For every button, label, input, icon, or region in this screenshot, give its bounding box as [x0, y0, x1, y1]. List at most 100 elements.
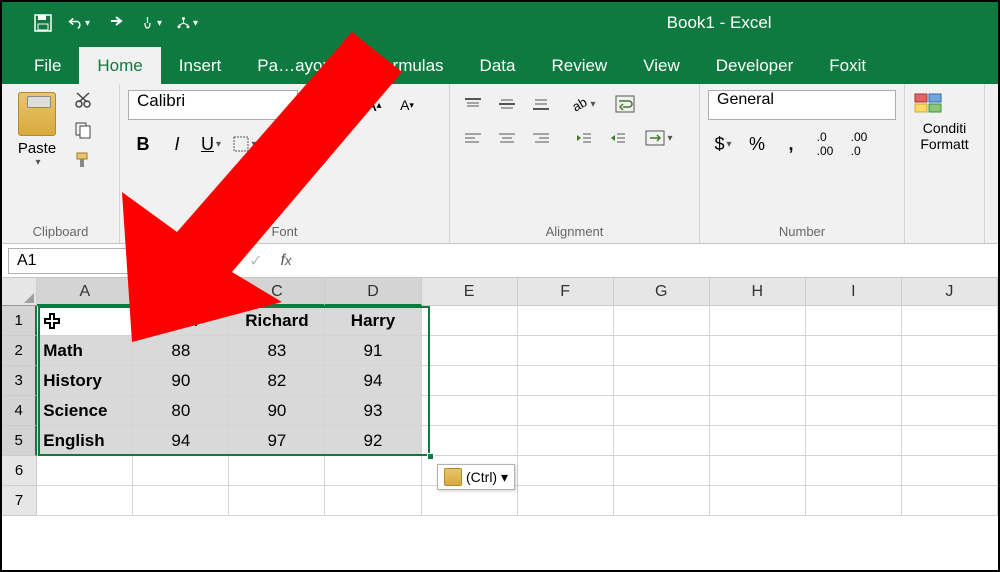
cell-i5[interactable] [806, 426, 902, 456]
decrease-font-icon[interactable]: A▾ [392, 91, 422, 119]
fx-icon[interactable]: fx [270, 248, 302, 274]
cell-b2[interactable]: 88 [133, 336, 229, 366]
cell-c2[interactable]: 83 [229, 336, 325, 366]
cell-f1[interactable] [518, 306, 614, 336]
cancel-formula-icon[interactable]: ✕ [214, 251, 242, 271]
cell-g7[interactable] [614, 486, 710, 516]
cell-e2[interactable] [422, 336, 518, 366]
tab-view[interactable]: View [625, 47, 698, 84]
italic-button[interactable]: I [162, 130, 192, 158]
col-header-a[interactable]: A [37, 278, 133, 306]
tab-foxit[interactable]: Foxit [811, 47, 884, 84]
merge-center-icon[interactable]: ▾ [644, 124, 674, 152]
cell-h5[interactable] [710, 426, 806, 456]
cell-i6[interactable] [806, 456, 902, 486]
tab-data[interactable]: Data [462, 47, 534, 84]
cell-d4[interactable]: 93 [325, 396, 421, 426]
format-painter-icon[interactable] [72, 150, 94, 170]
wrap-text-icon[interactable] [610, 90, 640, 118]
cell-j2[interactable] [902, 336, 998, 366]
number-format-select[interactable]: General [708, 90, 896, 120]
font-name-select[interactable]: Calibri [128, 90, 298, 120]
align-center-icon[interactable] [492, 124, 522, 152]
col-header-b[interactable]: B [133, 278, 229, 306]
increase-decimal-icon[interactable]: .0.00 [810, 130, 840, 158]
copy-icon[interactable] [72, 120, 94, 140]
cell-i3[interactable] [806, 366, 902, 396]
cell-i1[interactable] [806, 306, 902, 336]
cut-icon[interactable] [72, 90, 94, 110]
cell-a2[interactable]: Math [37, 336, 133, 366]
cell-a7[interactable] [37, 486, 133, 516]
tab-insert[interactable]: Insert [161, 47, 240, 84]
row-header-6[interactable]: 6 [2, 456, 37, 486]
font-size-select[interactable]: 11 [302, 90, 354, 120]
tab-file[interactable]: File [16, 47, 79, 84]
cell-d1[interactable]: Harry [325, 306, 421, 336]
cell-c4[interactable]: 90 [229, 396, 325, 426]
tab-review[interactable]: Review [533, 47, 625, 84]
col-header-d[interactable]: D [325, 278, 421, 306]
align-bottom-icon[interactable] [526, 90, 556, 118]
relationships-icon[interactable]: ▾ [176, 12, 198, 34]
cell-h7[interactable] [710, 486, 806, 516]
tab-page-layout[interactable]: Pa…ayout [239, 47, 354, 84]
orientation-icon[interactable]: ab▾ [568, 90, 598, 118]
cell-j5[interactable] [902, 426, 998, 456]
cell-d6[interactable] [325, 456, 421, 486]
col-header-j[interactable]: J [902, 278, 998, 306]
align-right-icon[interactable] [526, 124, 556, 152]
row-header-7[interactable]: 7 [2, 486, 37, 516]
cell-i7[interactable] [806, 486, 902, 516]
undo-icon[interactable]: ▾ [68, 12, 90, 34]
font-color-button[interactable]: A▾ [298, 130, 328, 158]
cell-g6[interactable] [614, 456, 710, 486]
col-header-f[interactable]: F [518, 278, 614, 306]
paste-button[interactable]: Paste ▾ [10, 92, 64, 168]
cell-d2[interactable]: 91 [325, 336, 421, 366]
cell-a1[interactable] [37, 306, 133, 336]
conditional-formatting-icon[interactable] [913, 90, 976, 120]
cell-c5[interactable]: 97 [229, 426, 325, 456]
percent-icon[interactable]: % [742, 130, 772, 158]
cell-j4[interactable] [902, 396, 998, 426]
cell-g1[interactable] [614, 306, 710, 336]
cell-e1[interactable] [422, 306, 518, 336]
align-top-icon[interactable] [458, 90, 488, 118]
touch-mode-icon[interactable]: ▾ [140, 12, 162, 34]
decrease-indent-icon[interactable] [568, 124, 598, 152]
cell-d3[interactable]: 94 [325, 366, 421, 396]
tab-home[interactable]: Home [79, 47, 160, 84]
cell-h3[interactable] [710, 366, 806, 396]
cell-i2[interactable] [806, 336, 902, 366]
cell-c6[interactable] [229, 456, 325, 486]
align-left-icon[interactable] [458, 124, 488, 152]
cell-g4[interactable] [614, 396, 710, 426]
currency-icon[interactable]: $▾ [708, 130, 738, 158]
cell-f5[interactable] [518, 426, 614, 456]
cell-f7[interactable] [518, 486, 614, 516]
row-header-3[interactable]: 3 [2, 366, 37, 396]
row-header-5[interactable]: 5 [2, 426, 37, 456]
cell-h2[interactable] [710, 336, 806, 366]
cell-h4[interactable] [710, 396, 806, 426]
formula-input[interactable] [302, 248, 998, 274]
row-header-4[interactable]: 4 [2, 396, 37, 426]
borders-button[interactable]: ▾ [230, 130, 260, 158]
select-all-triangle[interactable] [2, 278, 37, 306]
col-header-h[interactable]: H [710, 278, 806, 306]
align-middle-icon[interactable] [492, 90, 522, 118]
tab-developer[interactable]: Developer [698, 47, 812, 84]
col-header-g[interactable]: G [614, 278, 710, 306]
cell-h1[interactable] [710, 306, 806, 336]
col-header-e[interactable]: E [422, 278, 518, 306]
row-header-2[interactable]: 2 [2, 336, 37, 366]
cell-d7[interactable] [325, 486, 421, 516]
cell-b1[interactable]: Tom [133, 306, 229, 336]
row-header-1[interactable]: 1 [2, 306, 37, 336]
cell-j6[interactable] [902, 456, 998, 486]
cell-f6[interactable] [518, 456, 614, 486]
col-header-i[interactable]: I [806, 278, 902, 306]
fill-handle[interactable] [427, 453, 434, 460]
tab-formulas[interactable]: Formulas [355, 47, 462, 84]
